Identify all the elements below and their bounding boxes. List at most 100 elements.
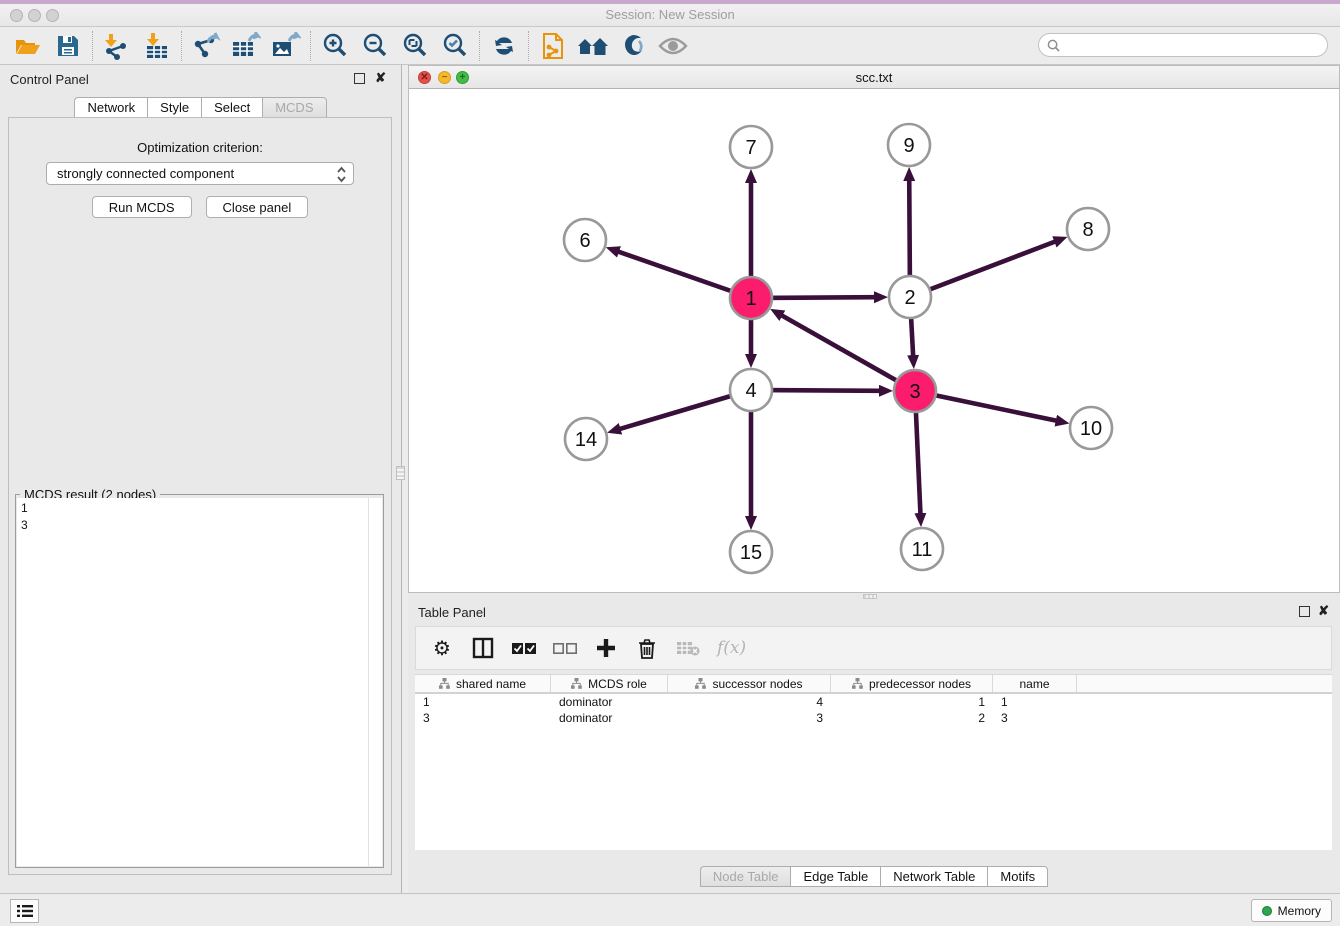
- delete-columns-button[interactable]: [635, 634, 659, 662]
- show-columns-button[interactable]: [471, 634, 495, 662]
- tab-motifs[interactable]: Motifs: [987, 866, 1048, 887]
- cell-mcds-role[interactable]: dominator: [551, 694, 668, 710]
- graph-node-14[interactable]: 14: [565, 418, 607, 460]
- tab-style[interactable]: Style: [147, 97, 201, 118]
- toolbar-separator: [479, 31, 480, 61]
- unselect-all-columns-button[interactable]: [553, 634, 577, 662]
- column-header-successor-nodes[interactable]: successor nodes: [668, 675, 831, 692]
- cell-mcds-role[interactable]: dominator: [551, 710, 668, 726]
- column-header-predecessor-nodes[interactable]: predecessor nodes: [831, 675, 993, 692]
- svg-text:2: 2: [904, 287, 915, 309]
- open-session-button[interactable]: [8, 30, 48, 62]
- apply-style-button[interactable]: [613, 30, 653, 62]
- graph-node-15[interactable]: 15: [730, 531, 772, 573]
- graph-node-3[interactable]: 3: [894, 370, 936, 412]
- graph-node-1[interactable]: 1: [730, 277, 772, 319]
- zoom-in-button[interactable]: [315, 30, 355, 62]
- table-panel-tabs: Node Table Edge Table Network Table Moti…: [408, 866, 1340, 887]
- tab-network[interactable]: Network: [74, 97, 147, 118]
- hide-selected-button[interactable]: [653, 30, 693, 62]
- network-canvas[interactable]: 7 9 6 8 1 2 4 3 14 10 15 11: [409, 89, 1339, 592]
- window-title: Session: New Session: [0, 7, 1340, 22]
- graph-node-11[interactable]: 11: [901, 528, 943, 570]
- graph-node-9[interactable]: 9: [888, 124, 930, 166]
- network-graph[interactable]: 7 9 6 8 1 2 4 3 14 10 15 11: [409, 89, 1339, 593]
- mcds-result-list[interactable]: 13: [17, 498, 368, 866]
- cell-successor-nodes[interactable]: 3: [668, 710, 831, 726]
- graph-node-4[interactable]: 4: [730, 369, 772, 411]
- graph-node-7[interactable]: 7: [730, 126, 772, 168]
- optimization-criterion-select[interactable]: strongly connected component: [46, 162, 354, 185]
- zoom-selected-button[interactable]: [435, 30, 475, 62]
- table-toolbar: ⚙: [415, 626, 1332, 670]
- refresh-button[interactable]: [484, 30, 524, 62]
- save-session-button[interactable]: [48, 30, 88, 62]
- zoom-fit-button[interactable]: [395, 30, 435, 62]
- network-window-titlebar[interactable]: ✕ − + scc.txt: [409, 66, 1339, 89]
- select-all-columns-button[interactable]: [512, 634, 536, 662]
- delete-table-button[interactable]: [676, 634, 700, 662]
- horizontal-splitter[interactable]: [408, 593, 1340, 600]
- cell-name[interactable]: 3: [993, 710, 1077, 726]
- table-panel-close-button[interactable]: ✘: [1318, 603, 1329, 619]
- export-image-button[interactable]: [266, 30, 306, 62]
- cell-name[interactable]: 1: [993, 694, 1077, 710]
- mcds-buttons-row: Run MCDS Close panel: [9, 196, 391, 218]
- cell-shared-name[interactable]: 3: [415, 710, 551, 726]
- tab-edge-table[interactable]: Edge Table: [790, 866, 880, 887]
- function-builder-button[interactable]: f(x): [717, 634, 746, 662]
- mcds-result-item[interactable]: 3: [21, 517, 364, 534]
- tab-mcds[interactable]: MCDS: [262, 97, 326, 118]
- graph-node-6[interactable]: 6: [564, 219, 606, 261]
- zoom-out-button[interactable]: [355, 30, 395, 62]
- table-panel-title: Table Panel: [418, 605, 486, 620]
- tab-node-table[interactable]: Node Table: [700, 866, 791, 887]
- table-row[interactable]: 1 dominator 4 1 1: [415, 694, 1332, 710]
- mcds-result-scrollbar[interactable]: [368, 498, 382, 866]
- table-row[interactable]: 3 dominator 3 2 3: [415, 710, 1332, 726]
- import-table-button[interactable]: [137, 30, 177, 62]
- import-network-button[interactable]: [97, 30, 137, 62]
- search-input[interactable]: [1065, 38, 1315, 52]
- add-column-button[interactable]: [594, 634, 618, 662]
- task-history-button[interactable]: [10, 899, 39, 923]
- network-from-file-button[interactable]: [533, 30, 573, 62]
- table-options-button[interactable]: ⚙: [430, 634, 454, 662]
- graph-node-10[interactable]: 10: [1070, 407, 1112, 449]
- horizontal-splitter-grip[interactable]: [863, 594, 877, 599]
- cell-shared-name[interactable]: 1: [415, 694, 551, 710]
- column-type-icon: [852, 678, 863, 689]
- mcds-result-item[interactable]: 1: [21, 500, 364, 517]
- tab-network-table[interactable]: Network Table: [880, 866, 987, 887]
- export-network-button[interactable]: [186, 30, 226, 62]
- close-panel-button[interactable]: Close panel: [206, 196, 309, 218]
- cell-successor-nodes[interactable]: 4: [668, 694, 831, 710]
- search-field[interactable]: [1038, 33, 1328, 57]
- panel-splitter-grip[interactable]: [396, 466, 405, 480]
- table-panel-float-button[interactable]: [1299, 606, 1310, 617]
- control-panel-close-button[interactable]: ✘: [375, 70, 386, 86]
- open-folder-icon: [14, 33, 42, 59]
- toolbar-separator: [181, 31, 182, 61]
- cell-predecessor-nodes[interactable]: 2: [831, 710, 993, 726]
- graph-node-2[interactable]: 2: [889, 276, 931, 318]
- column-type-icon: [695, 678, 706, 689]
- column-header-shared-name[interactable]: shared name: [415, 675, 551, 692]
- columns-icon: [472, 637, 494, 659]
- graph-node-8[interactable]: 8: [1067, 208, 1109, 250]
- memory-button[interactable]: Memory: [1251, 899, 1332, 922]
- graph-edge-3-1[interactable]: [781, 315, 915, 391]
- export-table-button[interactable]: [226, 30, 266, 62]
- toolbar-separator: [92, 31, 93, 61]
- run-mcds-button[interactable]: Run MCDS: [92, 196, 192, 218]
- column-header-mcds-role[interactable]: MCDS role: [551, 675, 668, 692]
- column-header-name[interactable]: name: [993, 675, 1077, 692]
- cell-predecessor-nodes[interactable]: 1: [831, 694, 993, 710]
- control-panel-float-button[interactable]: [354, 73, 365, 84]
- column-type-icon: [439, 678, 450, 689]
- chevron-up-down-icon: [336, 165, 347, 187]
- tab-select[interactable]: Select: [201, 97, 262, 118]
- network-file-icon: [540, 32, 566, 60]
- home-button[interactable]: [573, 30, 613, 62]
- graph-edge-2-8[interactable]: [910, 241, 1055, 297]
